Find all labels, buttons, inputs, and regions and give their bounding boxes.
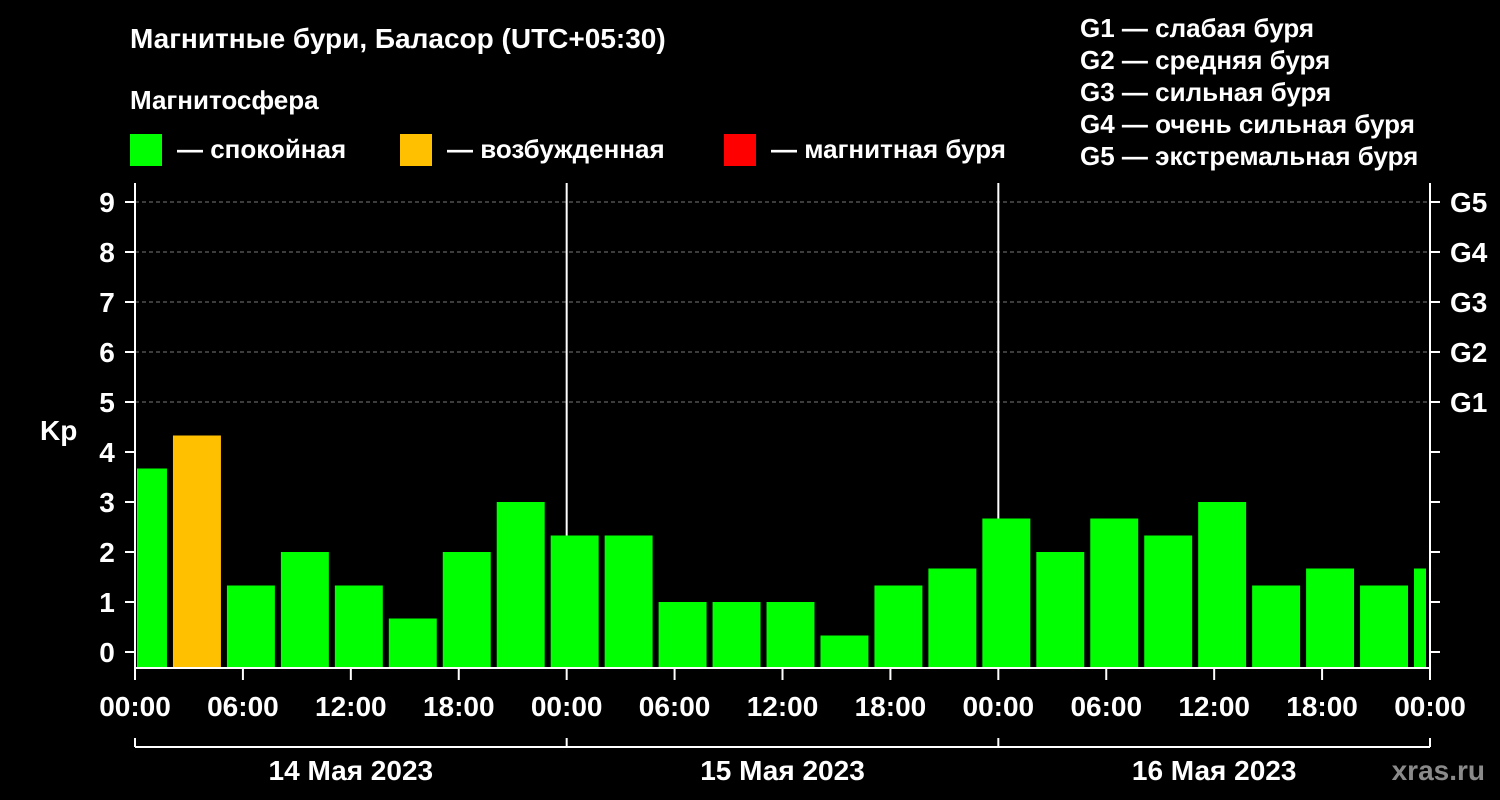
x-tick-label: 00:00 — [531, 691, 603, 722]
bar — [928, 568, 977, 668]
watermark: xras.ru — [1392, 755, 1485, 786]
scale-legend-item-2: G3 — сильная буря — [1080, 77, 1331, 107]
bar — [820, 635, 869, 668]
legend-label-2: — магнитная буря — [771, 134, 1006, 164]
bar — [280, 552, 329, 668]
bar — [1198, 502, 1247, 668]
legend-label-1: — возбужденная — [447, 134, 665, 164]
bar — [604, 535, 653, 668]
x-tick-label: 12:00 — [315, 691, 387, 722]
bar — [766, 602, 815, 668]
legend-swatch-0 — [130, 134, 162, 166]
scale-legend-item-4: G5 — экстремальная буря — [1080, 141, 1418, 171]
y-tick-label: 9 — [99, 187, 115, 218]
bar — [1036, 552, 1085, 668]
x-tick-label: 12:00 — [1178, 691, 1250, 722]
chart-title: Магнитные бури, Баласор (UTC+05:30) — [130, 23, 666, 54]
bar — [226, 585, 275, 668]
bar — [442, 552, 491, 668]
bar — [1414, 568, 1426, 668]
legend-swatch-2 — [724, 134, 756, 166]
bar — [137, 468, 167, 668]
y-tick-label: 6 — [99, 337, 115, 368]
y-tick-label: 3 — [99, 487, 115, 518]
right-tick-label: G1 — [1450, 387, 1487, 418]
scale-legend-item-0: G1 — слабая буря — [1080, 13, 1314, 43]
bar — [550, 535, 599, 668]
scale-legend-item-3: G4 — очень сильная буря — [1080, 109, 1415, 139]
right-tick-label: G4 — [1450, 237, 1488, 268]
legend-label-0: — спокойная — [177, 134, 346, 164]
x-tick-label: 12:00 — [747, 691, 819, 722]
day-label: 15 Мая 2023 — [700, 755, 865, 786]
legend-swatch-1 — [400, 134, 432, 166]
y-tick-label: 1 — [99, 587, 115, 618]
scale-legend-item-1: G2 — средняя буря — [1080, 45, 1330, 75]
bar — [1252, 585, 1301, 668]
y-tick-label: 7 — [99, 287, 115, 318]
bar — [874, 585, 923, 668]
y-tick-label: 4 — [99, 437, 115, 468]
x-tick-label: 06:00 — [207, 691, 279, 722]
right-tick-label: G5 — [1450, 187, 1487, 218]
day-label: 16 Мая 2023 — [1132, 755, 1297, 786]
y-tick-label: 5 — [99, 387, 115, 418]
y-tick-label: 0 — [99, 637, 115, 668]
x-tick-label: 00:00 — [99, 691, 171, 722]
bar — [334, 585, 383, 668]
x-tick-label: 00:00 — [963, 691, 1035, 722]
x-tick-label: 00:00 — [1394, 691, 1466, 722]
bar — [1090, 518, 1139, 668]
bar — [388, 618, 437, 668]
x-tick-label: 18:00 — [1286, 691, 1358, 722]
right-tick-label: G3 — [1450, 287, 1487, 318]
y-tick-label: 2 — [99, 537, 115, 568]
y-axis-label: Kp — [40, 415, 77, 446]
bar — [982, 518, 1031, 668]
y-tick-label: 8 — [99, 237, 115, 268]
day-label: 14 Мая 2023 — [269, 755, 434, 786]
bar — [496, 502, 545, 668]
bar — [712, 602, 761, 668]
x-tick-label: 18:00 — [855, 691, 927, 722]
bar — [1360, 585, 1409, 668]
plot-area: 0 1 2 3 4 5 6 7 8 9 G1 G2 G3 G4 G5 00:00 06:00 12:00 18:00… — [99, 183, 1488, 786]
bar — [172, 435, 221, 668]
bar — [658, 602, 707, 668]
x-tick-label: 06:00 — [639, 691, 711, 722]
legend: — спокойная — возбужденная — магнитная бур… — [130, 134, 1006, 166]
legend-title: Магнитосфера — [130, 85, 319, 115]
kp-chart: Магнитные бури, Баласор (UTC+05:30) Магн… — [40, 13, 1488, 786]
x-tick-label: 18:00 — [423, 691, 495, 722]
bar — [1144, 535, 1193, 668]
scale-legend: G1 — слабая буряG2 — средняя буряG3 — си… — [1080, 13, 1418, 171]
bar — [1306, 568, 1355, 668]
right-tick-label: G2 — [1450, 337, 1487, 368]
x-tick-label: 06:00 — [1070, 691, 1142, 722]
